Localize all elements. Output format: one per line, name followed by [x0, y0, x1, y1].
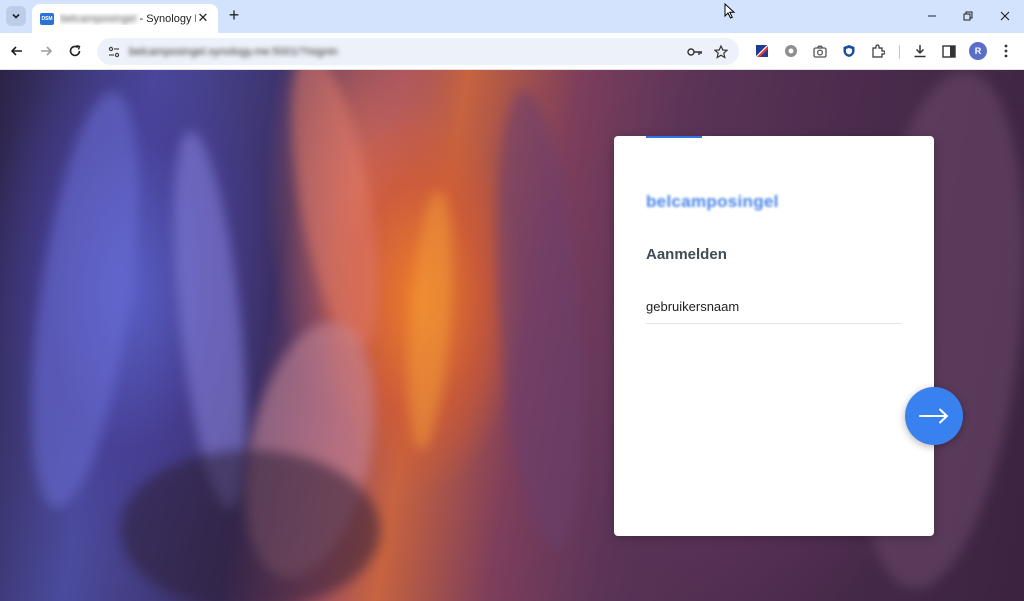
canyon-streak [11, 85, 159, 515]
password-key-icon[interactable] [687, 44, 703, 60]
site-info-icon[interactable] [107, 45, 121, 59]
synology-dsm-favicon-icon: DSM [40, 12, 54, 25]
close-window-button[interactable] [994, 6, 1016, 26]
bookmark-star-icon[interactable] [713, 44, 729, 60]
extension-flag-icon[interactable] [754, 43, 770, 59]
tab-title-host: belcamposingel [60, 12, 137, 25]
canyon-streak [274, 70, 396, 354]
extension-puzzle-badge-icon[interactable] [783, 43, 799, 59]
arrow-right-icon [919, 408, 948, 424]
shield-icon[interactable] [841, 43, 857, 59]
tab-close-icon[interactable]: ✕ [196, 11, 210, 25]
more-menu-icon[interactable] [998, 43, 1014, 59]
mouse-cursor-icon [724, 3, 736, 19]
server-name: belcamposingel [646, 192, 779, 211]
active-tab[interactable]: DSM belcamposingel - Synology DiskS ✕ [32, 4, 218, 33]
profile-avatar[interactable]: R [969, 42, 987, 60]
username-input[interactable] [646, 290, 902, 324]
canyon-streak [400, 188, 460, 452]
arrow-left-icon [10, 46, 22, 56]
login-card: belcamposingel Aanmelden [614, 136, 934, 536]
url-text: belcamposingel.synology.me:5001/?/signin [129, 45, 338, 58]
side-panel-icon[interactable] [941, 43, 957, 59]
tab-title: belcamposingel - Synology DiskS [60, 13, 196, 25]
reload-icon [69, 44, 81, 57]
new-tab-button[interactable]: + [226, 6, 242, 24]
canyon-shadow [120, 450, 380, 601]
close-icon [1000, 11, 1010, 21]
tab-strip: DSM belcamposingel - Synology DiskS ✕ + [0, 0, 1024, 33]
extensions-puzzle-icon[interactable] [870, 43, 886, 59]
toolbar-separator [899, 45, 900, 59]
minimize-button[interactable] [921, 6, 943, 26]
login-title: Aanmelden [646, 246, 727, 263]
back-button[interactable] [6, 40, 28, 62]
address-bar[interactable]: belcamposingel.synology.me:5001/?/signin [97, 38, 739, 65]
forward-button[interactable] [35, 40, 57, 62]
download-icon[interactable] [912, 43, 928, 59]
restore-icon [963, 11, 973, 21]
restore-button[interactable] [957, 6, 979, 26]
reload-button[interactable] [64, 40, 86, 62]
tab-search-button[interactable] [6, 6, 26, 26]
camera-icon[interactable] [812, 43, 828, 59]
tab-title-suffix: - Synology DiskS [139, 12, 196, 25]
card-accent-bar [646, 136, 702, 138]
arrow-right-icon [41, 46, 53, 56]
canyon-streak [484, 87, 596, 553]
browser-toolbar: belcamposingel.synology.me:5001/?/signin… [0, 33, 1024, 70]
minimize-icon [928, 15, 936, 17]
chevron-down-icon [12, 13, 20, 19]
next-button[interactable] [905, 387, 963, 445]
